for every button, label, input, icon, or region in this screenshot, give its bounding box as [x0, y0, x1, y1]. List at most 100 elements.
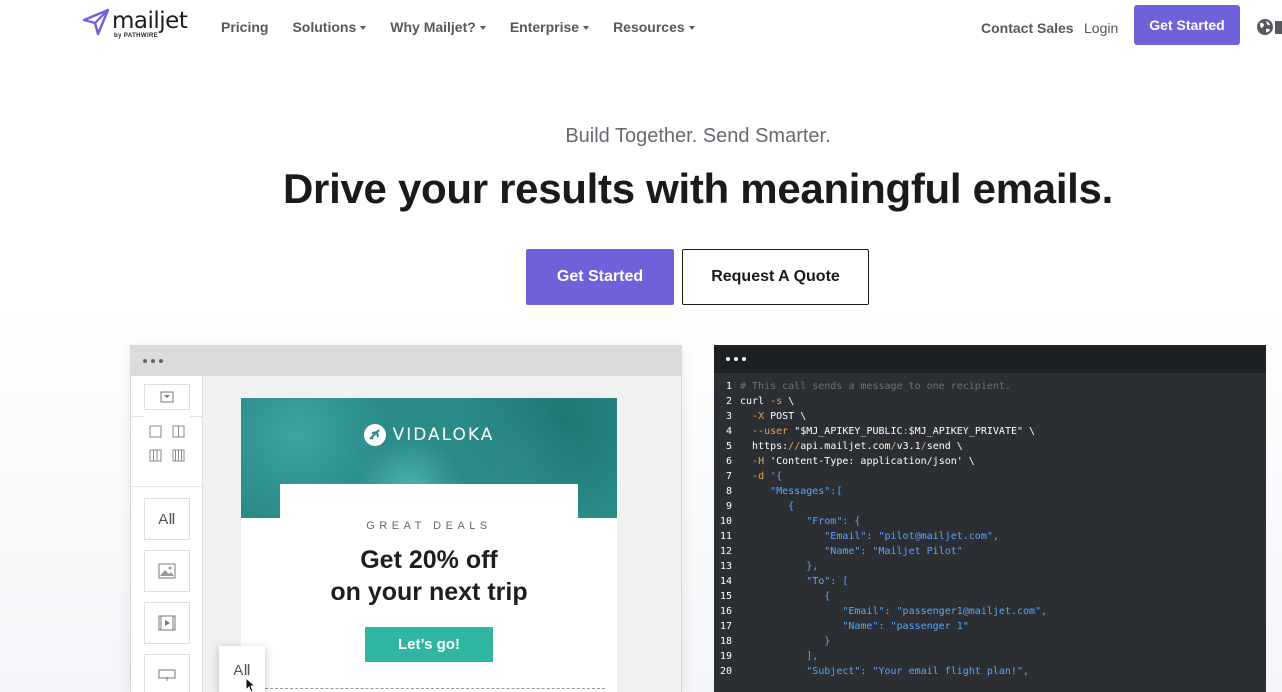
- menu-item-resources[interactable]: Resources: [613, 19, 695, 35]
- line-content: ],: [740, 651, 819, 662]
- editor-toolbar: AⅡ: [131, 376, 203, 692]
- section-icon: [160, 391, 174, 403]
- button-tool[interactable]: [144, 654, 190, 692]
- cursor-icon: [245, 677, 257, 692]
- window-dot: [143, 359, 147, 363]
- caret-down-icon: [479, 26, 486, 30]
- caret-down-icon: [688, 26, 695, 30]
- line-number: 7: [725, 471, 732, 482]
- line-content: }: [740, 636, 831, 647]
- code-line: 13 },: [714, 559, 1047, 574]
- line-number: 14: [719, 576, 732, 587]
- code-line: 19 ],: [714, 649, 1047, 664]
- code-line: 15 {: [714, 589, 1047, 604]
- line-content: "Messages":[: [740, 486, 843, 497]
- line-content: curl -s \: [740, 396, 795, 407]
- hero-headline: Drive your results with meaningful email…: [283, 165, 1113, 212]
- menu-item-label: Pricing: [221, 19, 269, 35]
- mailjet-logo[interactable]: mailjet by PATHWIRE: [82, 8, 188, 39]
- video-tool[interactable]: [144, 602, 190, 644]
- hero-get-started-button[interactable]: Get Started: [526, 249, 674, 305]
- caret-down-icon: [583, 26, 590, 30]
- code-line: 6 -H 'Content-Type: application/json' \: [714, 454, 1047, 469]
- line-number: 17: [719, 621, 732, 632]
- line-number: 11: [719, 531, 732, 542]
- line-content: "Name": "passenger 1": [740, 621, 969, 632]
- line-number: 2: [725, 396, 732, 407]
- code-line: 3 -X POST \: [714, 409, 1047, 424]
- menu-item-label: Resources: [613, 19, 685, 35]
- email-canvas: VIDALOKA GREAT DEALS Get 20% off on your…: [241, 398, 617, 692]
- line-content: "Name": "Mailjet Pilot": [740, 546, 963, 557]
- line-number: 1: [725, 381, 732, 392]
- language-selector[interactable]: [1275, 21, 1282, 34]
- menu-item-why-mailjet[interactable]: Why Mailjet?: [390, 19, 486, 35]
- line-number: 15: [719, 591, 732, 602]
- email-brand: VIDALOKA: [241, 424, 617, 446]
- window-dot: [742, 357, 746, 361]
- paper-plane-logo-icon: [82, 8, 110, 36]
- code-line: 1 # This call sends a message to one reci…: [714, 379, 1047, 394]
- line-content: "Subject": "Your email flight plan!",: [740, 666, 1029, 677]
- code-line: 20 "Subject": "Your email flight plan!",: [714, 664, 1047, 679]
- menu-item-label: Enterprise: [509, 19, 580, 35]
- line-content: "Email": "passenger1@mailjet.com",: [740, 606, 1048, 617]
- text-tool[interactable]: AⅡ: [144, 498, 190, 540]
- window-titlebar: [131, 346, 681, 376]
- hero-tagline: Build Together. Send Smarter.: [565, 125, 831, 147]
- line-content: https://api.mailjet.com/v3.1/send \: [740, 441, 963, 452]
- logo-byline: by PATHWIRE: [114, 33, 159, 39]
- logo-wordmark: mailjet: [112, 8, 188, 34]
- code-line: 14 "To": [: [714, 574, 1047, 589]
- email-brand-name: VIDALOKA: [392, 425, 495, 445]
- main-menu: Pricing Solutions Why Mailjet? Enterpris…: [221, 19, 719, 35]
- layout-tools: [144, 416, 190, 472]
- code-line: 8 "Messages":[: [714, 484, 1047, 499]
- request-quote-button[interactable]: Request A Quote: [682, 249, 869, 305]
- line-number: 6: [725, 456, 732, 467]
- line-content: },: [740, 561, 819, 572]
- video-icon: [158, 615, 176, 631]
- line-content: -H 'Content-Type: application/json' \: [752, 456, 975, 467]
- contact-sales-link[interactable]: Contact Sales: [981, 20, 1074, 36]
- column-layout-icon[interactable]: [144, 418, 190, 470]
- line-number: 8: [725, 486, 732, 497]
- line-number: 9: [725, 501, 732, 512]
- line-content: # This call sends a message to one recip…: [740, 381, 1011, 392]
- window-dot: [151, 359, 155, 363]
- menu-item-solutions[interactable]: Solutions: [292, 19, 367, 35]
- email-editor-preview: AⅡ VIDALOKA GREAT DEALS Get 20% off on y…: [130, 345, 682, 692]
- line-content: {: [740, 591, 831, 602]
- code-body: 1 # This call sends a message to one reci…: [714, 379, 1047, 679]
- line-number: 18: [719, 636, 732, 647]
- email-eyebrow: GREAT DEALS: [366, 520, 492, 532]
- line-content: "From": {: [740, 516, 861, 527]
- top-nav: mailjet by PATHWIRE Pricing Solutions Wh…: [0, 0, 1282, 54]
- code-line: 2 curl -s \: [714, 394, 1047, 409]
- email-offer-line: on your next trip: [330, 578, 528, 606]
- code-line: 7 -d '{: [714, 469, 1047, 484]
- code-snippet-preview: 1 # This call sends a message to one reci…: [714, 345, 1266, 692]
- globe-icon[interactable]: [1256, 18, 1274, 36]
- line-number: 12: [719, 546, 732, 557]
- window-dot: [159, 359, 163, 363]
- image-tool[interactable]: [144, 550, 190, 592]
- login-link[interactable]: Login: [1084, 20, 1118, 36]
- email-offer-line: Get 20% off: [360, 546, 498, 574]
- line-content: --user "$MJ_APIKEY_PUBLIC:$MJ_APIKEY_PRI…: [752, 426, 1036, 437]
- window-dot: [734, 357, 738, 361]
- line-content: {: [740, 501, 795, 512]
- code-line: 17 "Name": "passenger 1": [714, 619, 1047, 634]
- email-cta-button[interactable]: Let’s go!: [365, 627, 493, 662]
- line-content: -X POST \: [752, 411, 807, 422]
- menu-item-enterprise[interactable]: Enterprise: [509, 19, 590, 35]
- code-line: 5 https://api.mailjet.com/v3.1/send \: [714, 439, 1047, 454]
- line-content: -d '{: [752, 471, 783, 482]
- section-tool[interactable]: [144, 384, 190, 410]
- menu-item-pricing[interactable]: Pricing: [221, 19, 268, 35]
- line-number: 10: [719, 516, 732, 527]
- line-content: "To": [: [740, 576, 849, 587]
- nav-get-started-button[interactable]: Get Started: [1134, 5, 1240, 45]
- dragged-text-block[interactable]: AⅡ: [219, 646, 265, 692]
- code-line: 18 }: [714, 634, 1047, 649]
